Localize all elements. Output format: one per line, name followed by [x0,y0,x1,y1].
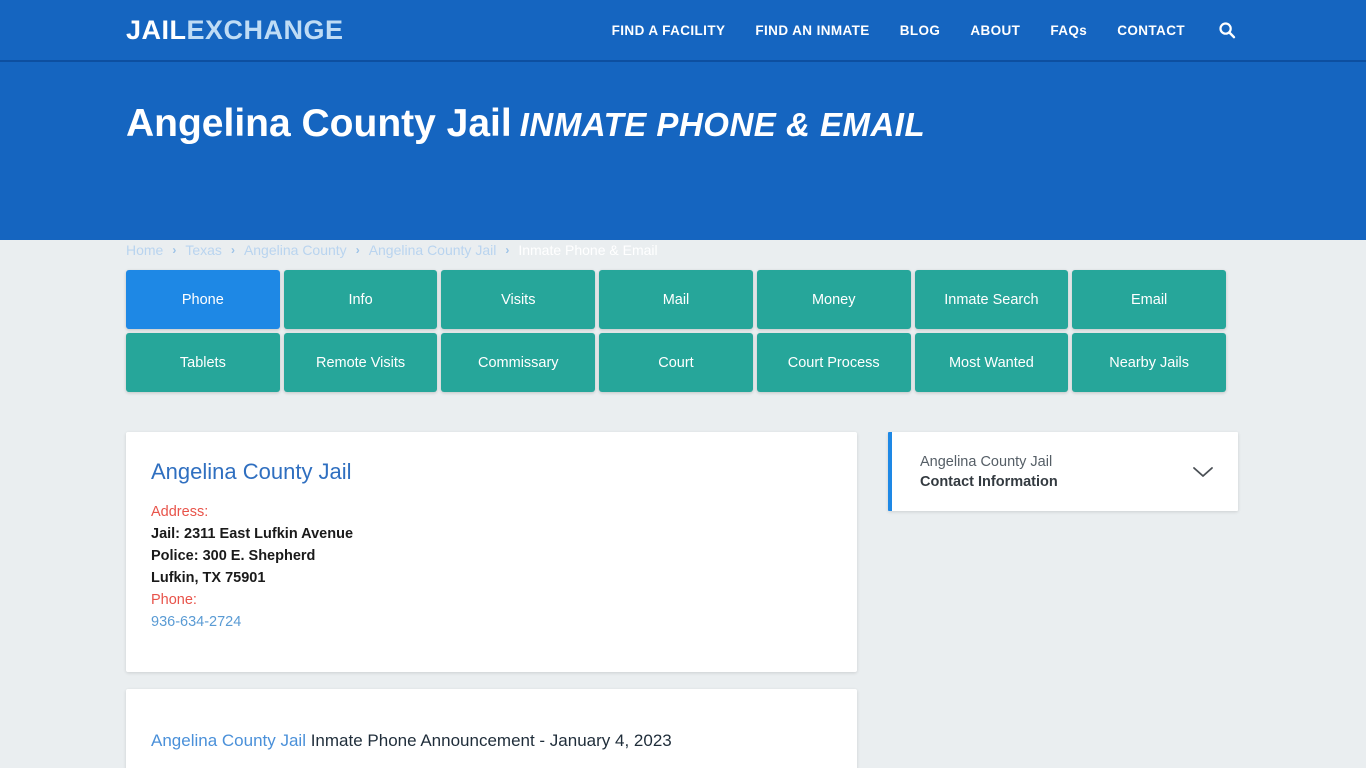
tab-tablets[interactable]: Tablets [126,333,280,392]
tab-inmate-search[interactable]: Inmate Search [914,270,1069,329]
tab-money[interactable]: Money [756,270,911,329]
tab-phone[interactable]: Phone [126,270,280,329]
section-tab-grid: Phone Info Visits Mail Money Inmate Sear… [126,240,1226,392]
address-line-police: Police: 300 E. Shepherd [151,548,316,564]
tab-commissary[interactable]: Commissary [441,333,596,392]
address-label: Address: [151,504,209,520]
accordion-toggle[interactable] [1190,465,1216,479]
tab-mail[interactable]: Mail [599,270,753,329]
phone-number-link[interactable]: 936-634-2724 [151,611,241,633]
phone-block: Phone: 936-634-2724 [151,589,832,633]
tab-nearby-jails[interactable]: Nearby Jails [1072,333,1226,392]
announcement-heading-text: Inmate Phone Announcement - January 4, 2… [305,731,672,750]
page-title-subtitle: INMATE PHONE & EMAIL [519,106,926,143]
logo-text-primary: JAIL [126,14,187,45]
left-column: Angelina County Jail Address: Jail: 2311… [126,432,857,768]
tab-visits[interactable]: Visits [441,270,596,329]
tab-remote-visits[interactable]: Remote Visits [283,333,438,392]
page-hero: Angelina County Jail INMATE PHONE & EMAIL… [0,62,1366,258]
search-button[interactable] [1200,21,1240,39]
nav-item-blog[interactable]: BLOG [885,23,956,38]
nav-item-find-an-inmate[interactable]: FIND AN INMATE [740,23,884,38]
phone-label: Phone: [151,592,197,608]
tab-court-process[interactable]: Court Process [756,333,911,392]
chevron-down-icon [1193,466,1213,477]
nav-item-contact[interactable]: CONTACT [1102,23,1200,38]
search-icon [1219,22,1236,39]
announcement-card: Angelina County Jail Inmate Phone Announ… [126,689,857,768]
announcement-facility-link[interactable]: Angelina County Jail [151,731,306,750]
tab-court[interactable]: Court [599,333,753,392]
accordion-title-line1: Angelina County Jail [920,453,1053,470]
contact-information-accordion[interactable]: Angelina County Jail Contact Information [888,432,1238,511]
top-navigation-bar: JAILEXCHANGE FIND A FACILITY FIND AN INM… [0,0,1366,62]
address-line-city-state-zip: Lufkin, TX 75901 [151,570,266,586]
announcement-heading: Angelina County Jail Inmate Phone Announ… [151,729,832,753]
page-title: Angelina County Jail INMATE PHONE & EMAIL [126,104,925,143]
page-content: Phone Info Visits Mail Money Inmate Sear… [0,240,1366,768]
nav-item-about[interactable]: ABOUT [955,23,1035,38]
nav-item-faqs[interactable]: FAQs [1035,23,1102,38]
address-line-jail: Jail: 2311 East Lufkin Avenue [151,526,354,542]
address-block: Address: Jail: 2311 East Lufkin Avenue P… [151,501,832,589]
tab-most-wanted[interactable]: Most Wanted [914,333,1069,392]
tab-info[interactable]: Info [283,270,438,329]
main-columns: Angelina County Jail Address: Jail: 2311… [126,432,1240,768]
tab-email[interactable]: Email [1072,270,1226,329]
accordion-title-line2: Contact Information [920,473,1058,490]
accordion-label: Angelina County Jail Contact Information [920,452,1190,492]
site-logo[interactable]: JAILEXCHANGE [126,14,344,45]
right-sidebar: Angelina County Jail Contact Information [888,432,1238,511]
main-menu: FIND A FACILITY FIND AN INMATE BLOG ABOU… [597,21,1240,39]
facility-name-link[interactable]: Angelina County Jail [151,459,352,485]
facility-info-card: Angelina County Jail Address: Jail: 2311… [126,432,857,672]
page-title-main: Angelina County Jail [126,102,512,145]
logo-text-secondary: EXCHANGE [186,14,344,45]
nav-item-find-a-facility[interactable]: FIND A FACILITY [597,23,741,38]
